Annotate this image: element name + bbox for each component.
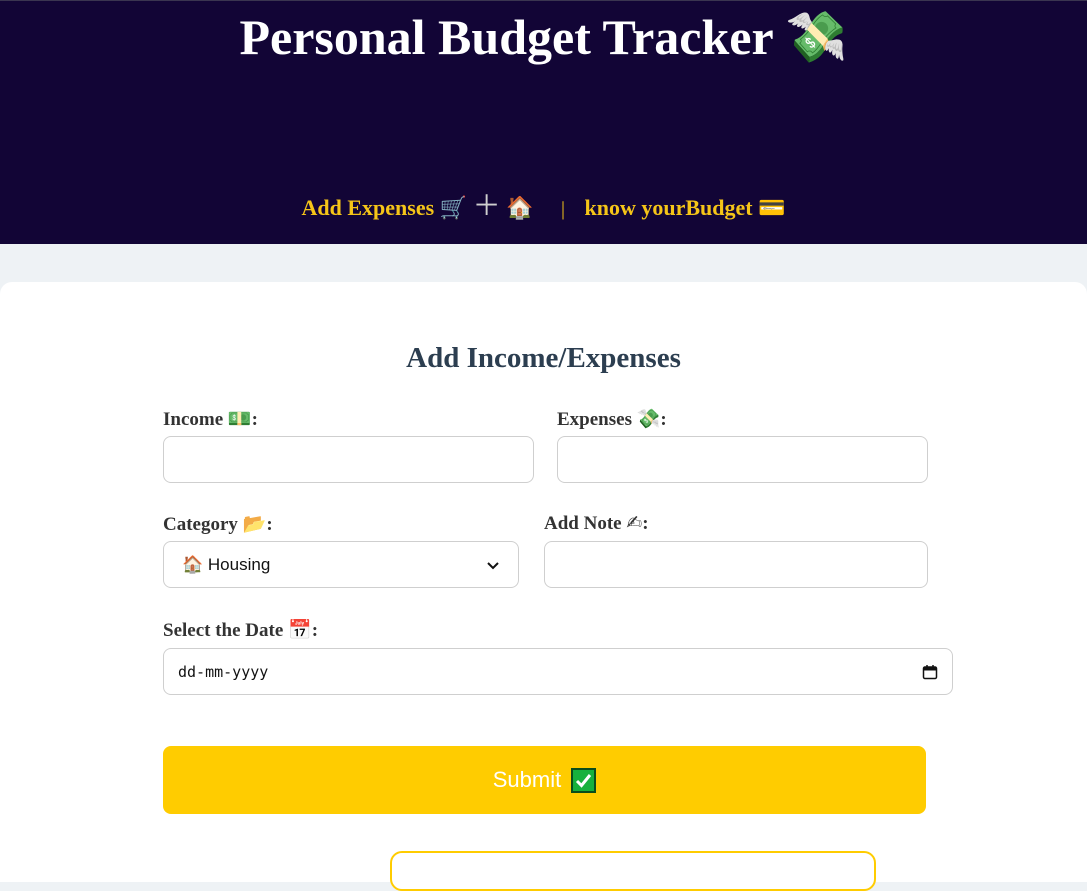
nav-link-know-budget[interactable]: know yourBudget 💳 xyxy=(584,195,786,221)
site-header: Personal Budget Tracker 💸 Add Expenses 🛒… xyxy=(0,0,1087,244)
category-selected-value: 🏠 Housing xyxy=(182,555,270,575)
page-title: Personal Budget Tracker 💸 xyxy=(0,9,1087,65)
money-with-wings-icon: 💸 xyxy=(636,408,661,430)
plus-icon: ＋ xyxy=(472,191,501,222)
note-label: Add Note ✍: xyxy=(544,512,649,534)
folder-icon: 📂 xyxy=(242,513,267,535)
writing-hand-icon: ✍ xyxy=(626,512,643,534)
main-nav: Add Expenses 🛒 ＋ 🏠 | know yourBudget 💳 xyxy=(0,191,1087,225)
calendar-picker-icon[interactable] xyxy=(922,664,938,680)
date-label-text: Select the Date xyxy=(163,620,284,641)
expenses-label-text: Expenses xyxy=(557,409,632,430)
nav-link-know-budget-label: know yourBudget xyxy=(584,195,753,220)
note-input[interactable] xyxy=(544,541,928,588)
date-label: Select the Date 📅: xyxy=(163,619,319,641)
budget-summary-box xyxy=(390,851,876,891)
category-label: Category 📂: xyxy=(163,513,273,535)
check-mark-button-icon xyxy=(571,767,597,793)
nav-separator: | xyxy=(560,198,565,220)
page-title-text: Personal Budget Tracker xyxy=(239,9,773,65)
category-label-text: Category xyxy=(163,514,238,535)
form-title: Add Income/Expenses xyxy=(406,342,681,374)
expenses-label: Expenses 💸: xyxy=(557,408,667,430)
money-with-wings-icon: 💸 xyxy=(785,8,848,66)
budget-form-card: Add Income/Expenses Income 💵: Expenses 💸… xyxy=(0,282,1087,891)
submit-label: Submit xyxy=(492,767,562,792)
note-label-text: Add Note xyxy=(544,513,622,534)
calendar-icon: 📅 xyxy=(288,619,312,641)
income-label: Income 💵: xyxy=(163,408,258,430)
chevron-down-icon xyxy=(487,561,499,569)
date-placeholder: dd-mm-yyyy xyxy=(178,662,269,681)
category-select[interactable]: 🏠 Housing xyxy=(163,541,519,588)
shopping-cart-icon: 🛒 xyxy=(439,196,468,221)
category-selected-text: Housing xyxy=(207,554,271,574)
nav-link-add-expenses-label: Add Expenses xyxy=(301,195,435,220)
credit-card-icon: 💳 xyxy=(758,196,786,221)
nav-link-add-expenses[interactable]: Add Expenses 🛒 ＋ 🏠 xyxy=(301,191,539,222)
house-icon: 🏠 xyxy=(506,196,534,221)
dollar-banknote-icon: 💵 xyxy=(227,408,252,430)
income-input[interactable] xyxy=(163,436,534,483)
submit-button[interactable]: Submit xyxy=(163,746,926,814)
date-input[interactable]: dd-mm-yyyy xyxy=(163,648,953,695)
expenses-input[interactable] xyxy=(557,436,928,483)
income-label-text: Income xyxy=(163,409,224,430)
house-icon: 🏠 xyxy=(182,554,204,575)
